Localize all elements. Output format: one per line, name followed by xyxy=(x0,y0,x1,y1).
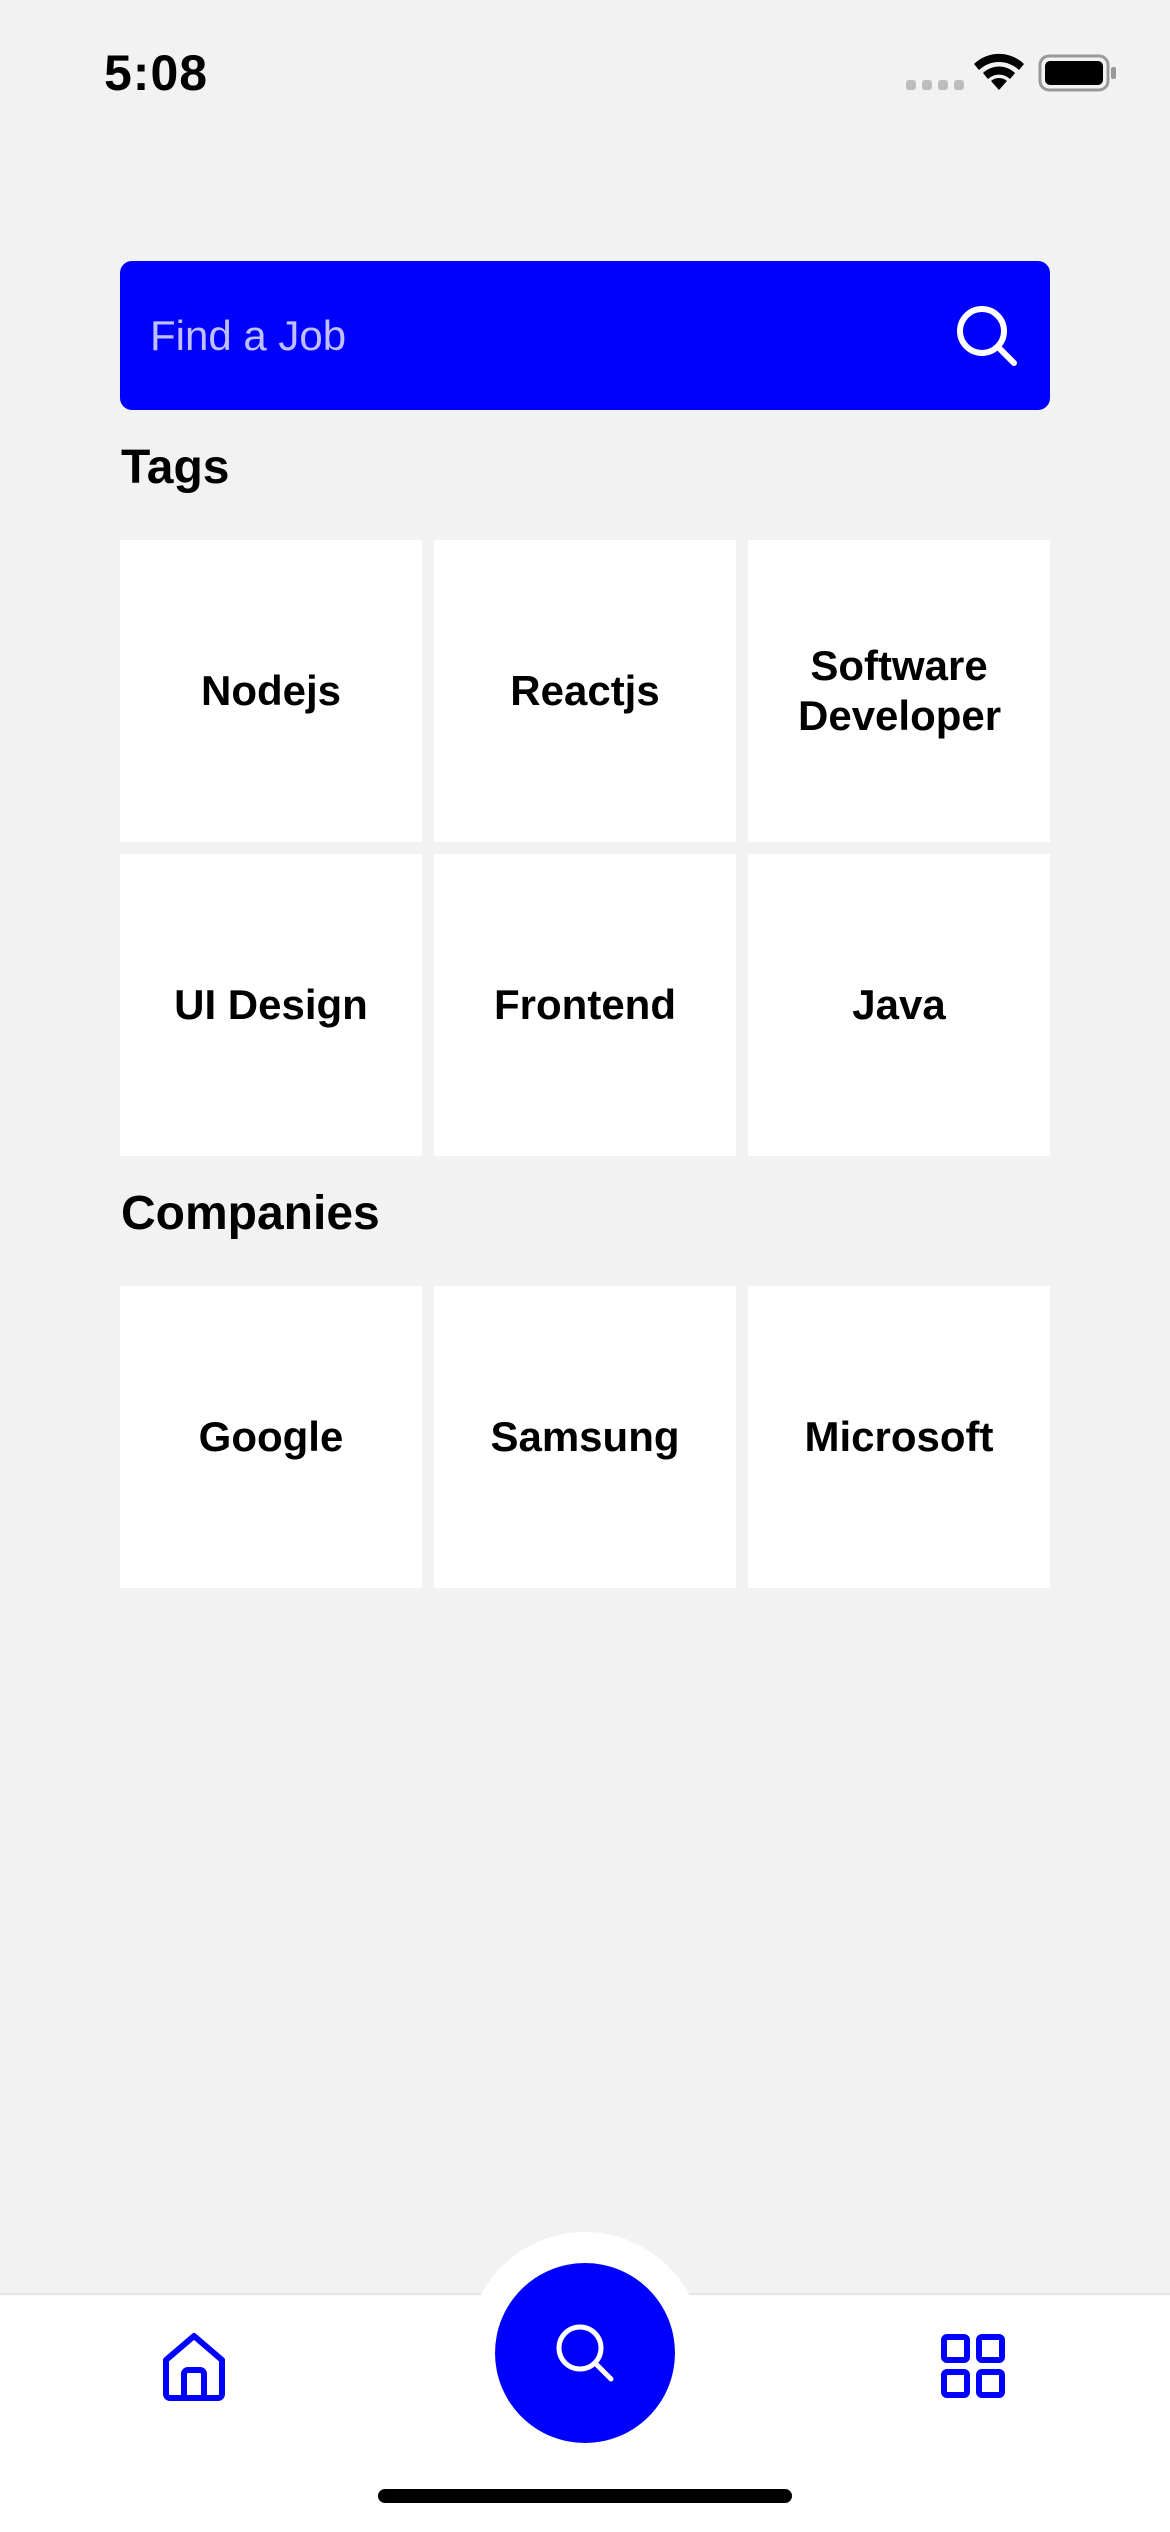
home-indicator xyxy=(378,2489,792,2503)
grid-icon[interactable] xyxy=(940,2333,1006,2399)
tag-label: Java xyxy=(852,981,946,1028)
company-tile-google[interactable]: Google xyxy=(120,1286,422,1588)
tag-tile-software-developer[interactable]: Software Developer xyxy=(748,540,1050,842)
tag-tile-reactjs[interactable]: Reactjs xyxy=(434,540,736,842)
tag-tile-ui-design[interactable]: UI Design xyxy=(120,854,422,1156)
tag-label: UI Design xyxy=(174,981,368,1028)
tags-grid: Nodejs Reactjs Software Developer UI Des… xyxy=(120,540,1050,1156)
search-fab-button[interactable] xyxy=(495,2263,675,2443)
status-time: 5:08 xyxy=(104,45,209,101)
tag-label: Nodejs xyxy=(200,667,342,714)
search-icon xyxy=(556,2324,614,2382)
search-input[interactable] xyxy=(150,311,954,360)
companies-section-title: Companies xyxy=(121,1187,380,1240)
cellular-signal-icon xyxy=(906,80,964,90)
company-tile-microsoft[interactable]: Microsoft xyxy=(748,1286,1050,1588)
companies-grid: Google Samsung Microsoft xyxy=(120,1286,1050,1588)
tag-label: Frontend xyxy=(494,981,676,1028)
tags-section-title: Tags xyxy=(121,441,230,494)
company-tile-samsung[interactable]: Samsung xyxy=(434,1286,736,1588)
tag-label: Software Developer xyxy=(798,642,1002,739)
job-search-bar[interactable] xyxy=(120,261,1050,410)
wifi-icon xyxy=(974,53,1024,90)
tag-tile-nodejs[interactable]: Nodejs xyxy=(120,540,422,842)
company-label: Microsoft xyxy=(804,1413,994,1460)
search-icon[interactable] xyxy=(954,303,1020,369)
battery-icon xyxy=(1038,54,1116,92)
tag-tile-frontend[interactable]: Frontend xyxy=(434,854,736,1156)
company-label: Samsung xyxy=(490,1413,680,1460)
tag-tile-java[interactable]: Java xyxy=(748,854,1050,1156)
home-icon[interactable] xyxy=(158,2330,230,2402)
tag-label: Reactjs xyxy=(510,667,660,714)
company-label: Google xyxy=(198,1413,344,1460)
app-screen: 5:08 Tags Nodejs Reactjs Software Deve xyxy=(0,0,1170,2532)
